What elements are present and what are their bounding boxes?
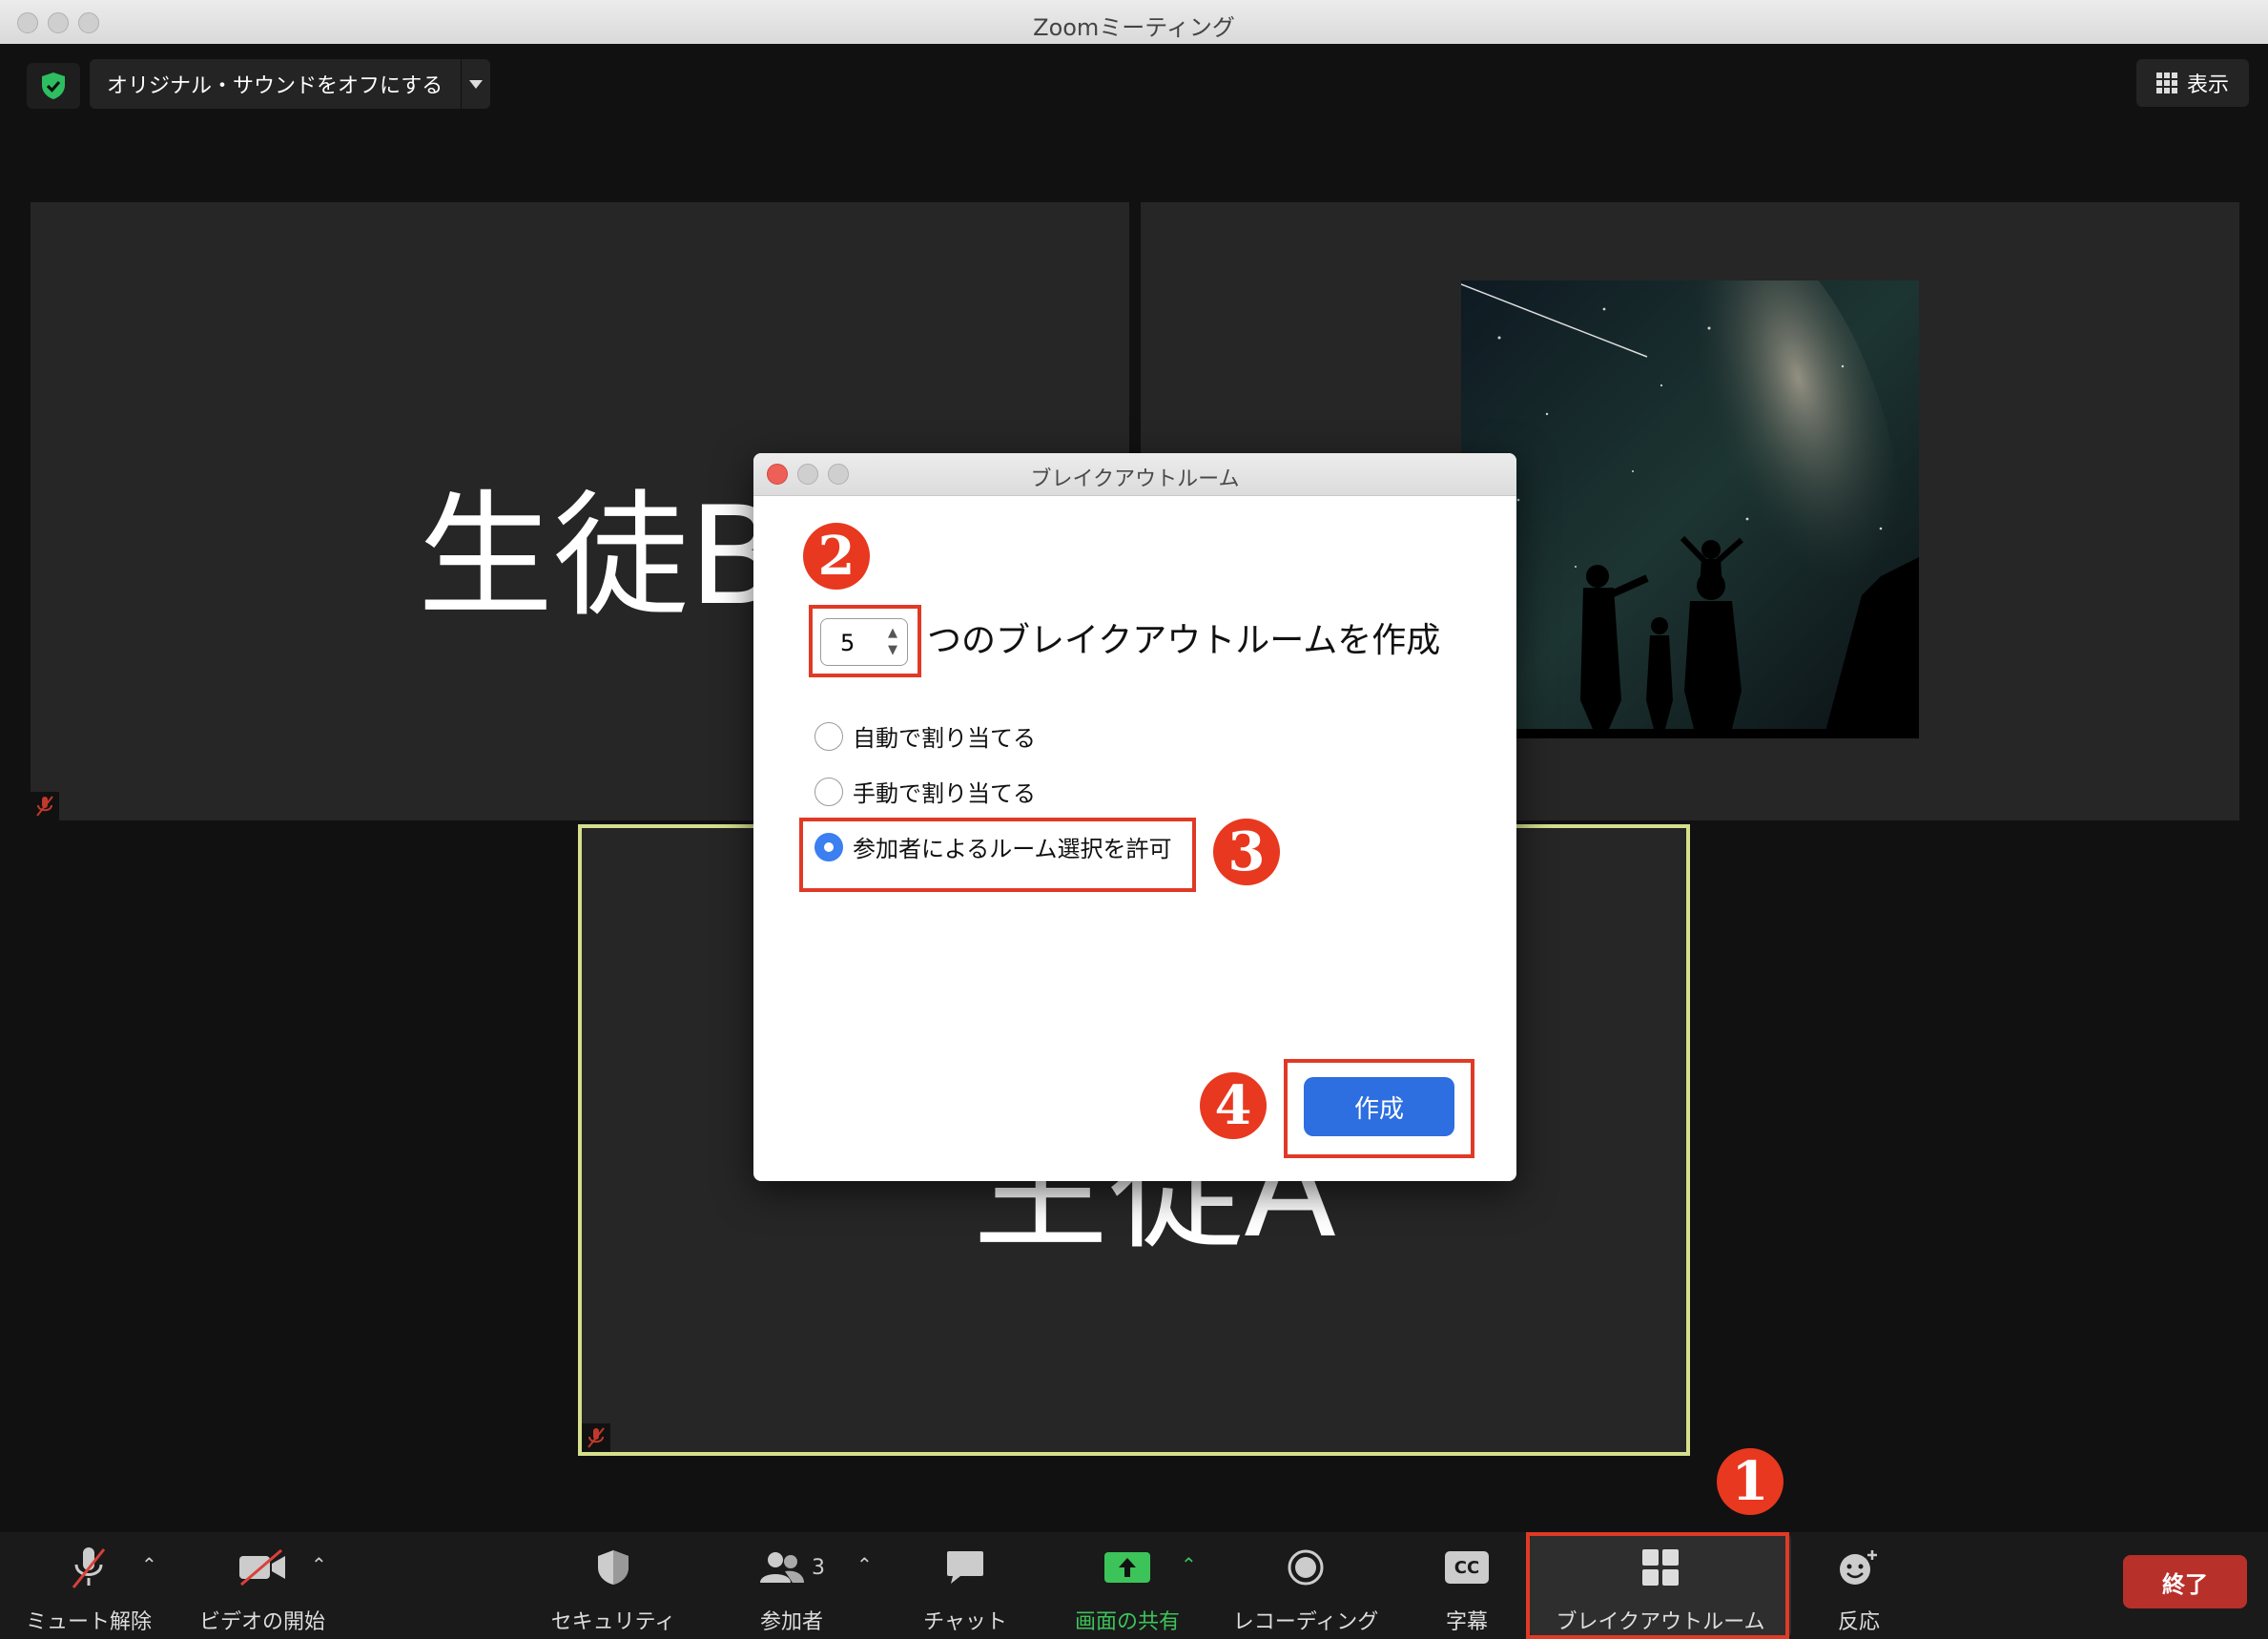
participants-icon: 3 <box>758 1544 825 1591</box>
video-options-chevron-icon[interactable]: ⌃ <box>311 1553 327 1576</box>
room-count-stepper[interactable]: 5 ▲ ▼ <box>820 618 908 666</box>
reactions-button[interactable]: 反応 <box>1818 1532 1900 1639</box>
highlight-box-breakout <box>1526 1532 1789 1639</box>
view-button[interactable]: 表示 <box>2136 59 2249 107</box>
closed-caption-label: 字幕 <box>1445 1610 1488 1634</box>
chevron-down-icon[interactable] <box>461 59 490 109</box>
create-button[interactable]: 作成 <box>1304 1077 1454 1136</box>
emoji-plus-icon <box>1838 1544 1880 1591</box>
chat-label: チャット <box>923 1610 1007 1634</box>
audio-options-chevron-icon[interactable]: ⌃ <box>141 1553 157 1576</box>
stepper-arrows-icon[interactable]: ▲ ▼ <box>888 625 897 659</box>
room-count-value: 5 <box>840 630 856 656</box>
cc-icon-text: CC <box>1445 1551 1489 1584</box>
end-meeting-button[interactable]: 終了 <box>2123 1555 2247 1608</box>
start-video-label: ビデオの開始 <box>198 1610 325 1634</box>
meeting-toolbar: ミュート解除 ⌃ ビデオの開始 ⌃ セキュリティ 3 参加者 ⌃ チャット 画面… <box>0 1532 2268 1639</box>
step-1-marker: 1 <box>1717 1448 1783 1515</box>
start-video-button[interactable]: ビデオの開始 <box>191 1532 334 1639</box>
original-sound-label: オリジナル・サウンドをオフにする <box>107 74 443 98</box>
chat-button[interactable]: チャット <box>908 1532 1022 1639</box>
room-count-description: つのブレイクアウトルームを作成 <box>927 621 1441 660</box>
shield-check-icon <box>42 73 65 99</box>
dialog-titlebar: ブレイクアウトルーム <box>753 453 1516 496</box>
step-3-marker: 3 <box>1213 819 1280 885</box>
chat-bubble-icon <box>945 1544 985 1591</box>
record-icon <box>1287 1544 1325 1591</box>
radio-button[interactable] <box>814 777 843 806</box>
option-label: 自動で割り当てる <box>853 725 1036 752</box>
reactions-label: 反応 <box>1837 1610 1880 1634</box>
share-screen-label: 画面の共有 <box>1074 1610 1180 1634</box>
step-4-marker: 4 <box>1200 1072 1267 1139</box>
share-options-chevron-icon[interactable]: ⌃ <box>1181 1553 1197 1576</box>
step-2-marker: 2 <box>803 523 870 590</box>
participants-label: 参加者 <box>759 1610 823 1634</box>
option-manual-assign[interactable]: 手動で割り当てる <box>814 775 1036 808</box>
participant-name: 生徒B <box>418 478 782 635</box>
mic-muted-icon <box>70 1544 108 1591</box>
original-sound-toggle[interactable]: オリジナル・サウンドをオフにする <box>90 59 490 109</box>
participants-button[interactable]: 3 参加者 <box>734 1532 849 1639</box>
recording-label: レコーディング <box>1232 1610 1379 1634</box>
participant-count: 3 <box>812 1555 825 1580</box>
window-titlebar: Zoomミーティング <box>0 0 2268 45</box>
security-label: セキュリティ <box>550 1610 676 1634</box>
security-button[interactable]: セキュリティ <box>542 1532 685 1639</box>
window-title: Zoomミーティング <box>1033 14 1235 41</box>
grid-icon <box>2155 73 2177 93</box>
highlight-box-option <box>799 818 1196 892</box>
option-auto-assign[interactable]: 自動で割り当てる <box>814 719 1036 753</box>
encryption-shield-button[interactable] <box>27 63 80 109</box>
share-screen-button[interactable]: 画面の共有 <box>1061 1532 1194 1639</box>
closed-caption-button[interactable]: CC 字幕 <box>1427 1532 1507 1639</box>
unmute-label: ミュート解除 <box>25 1610 152 1634</box>
radio-button[interactable] <box>814 721 843 751</box>
profile-photo-night-sky <box>1461 280 1919 738</box>
share-screen-icon <box>1103 1544 1151 1591</box>
shield-icon <box>596 1544 630 1591</box>
muted-mic-icon <box>582 1423 610 1452</box>
closed-caption-icon: CC <box>1445 1544 1489 1591</box>
unmute-button[interactable]: ミュート解除 <box>17 1532 160 1639</box>
participants-chevron-icon[interactable]: ⌃ <box>856 1553 873 1576</box>
option-label: 手動で割り当てる <box>853 780 1036 807</box>
camera-off-icon <box>237 1544 287 1591</box>
view-label: 表示 <box>2186 73 2229 97</box>
recording-button[interactable]: レコーディング <box>1225 1532 1387 1639</box>
breakout-room-dialog: ブレイクアウトルーム 2 5 ▲ ▼ つのブレイクアウトルームを作成 自動で割り当… <box>753 453 1516 1181</box>
muted-mic-icon <box>31 792 59 820</box>
dialog-title: ブレイクアウトルーム <box>1030 467 1240 491</box>
